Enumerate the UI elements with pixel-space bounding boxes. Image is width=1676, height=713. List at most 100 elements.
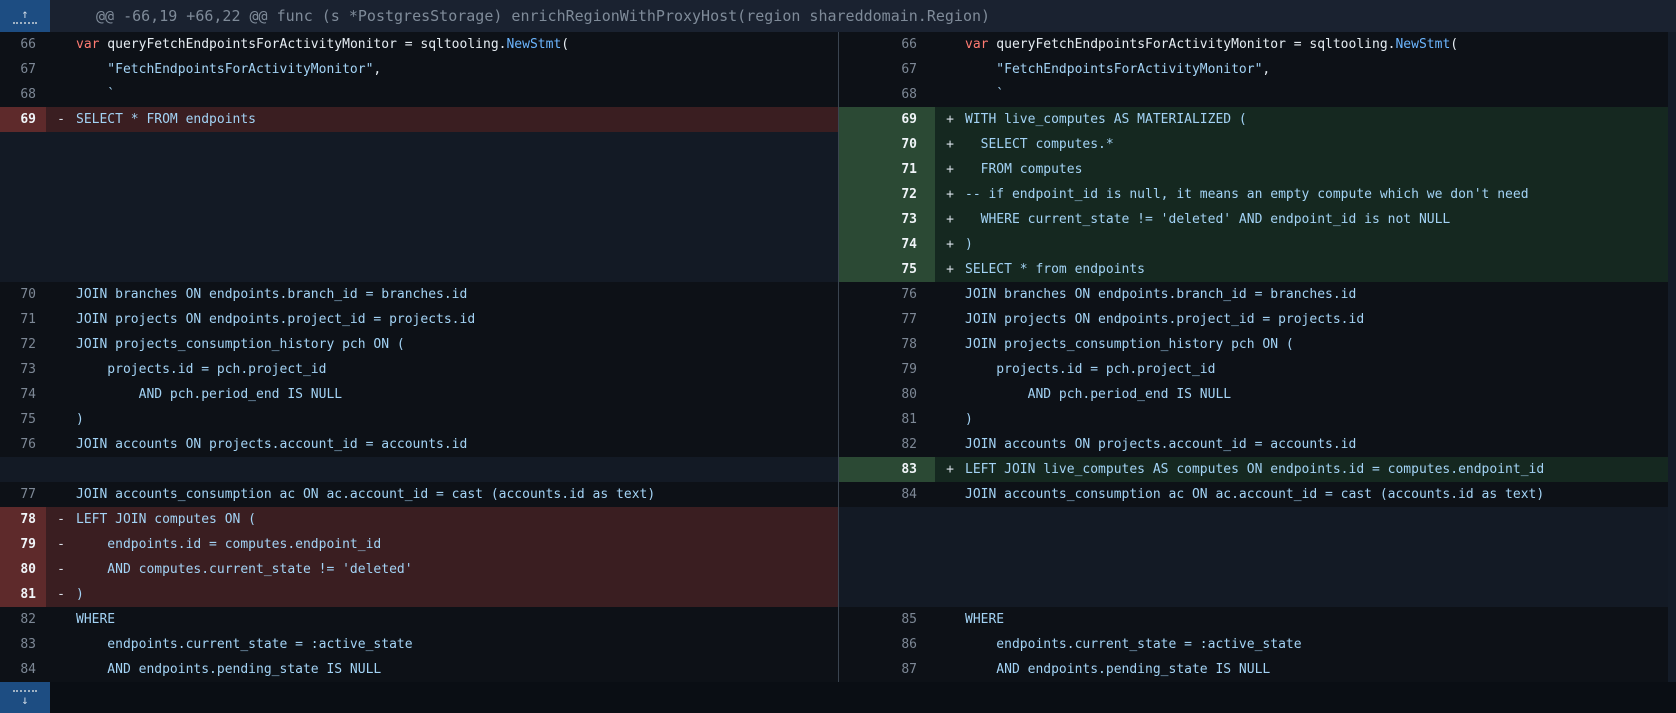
code-line: LEFT JOIN computes ON (	[76, 507, 838, 532]
diff-spacer-row	[0, 207, 838, 232]
code-token: `	[76, 87, 115, 102]
line-number[interactable]: 69	[839, 107, 935, 132]
line-number[interactable]: 81	[0, 582, 46, 607]
diff-row-new-80: 80 AND pch.period_end IS NULL	[839, 382, 1676, 407]
line-number[interactable]: 67	[839, 57, 935, 82]
diff-marker	[46, 82, 76, 107]
line-number[interactable]: 74	[839, 232, 935, 257]
diff-viewer: ↑ @@ -66,19 +66,22 @@ func (s *PostgresS…	[0, 0, 1676, 713]
code-token: )	[965, 412, 973, 427]
code-line: )	[965, 232, 1676, 257]
diff-spacer-row	[839, 507, 1676, 532]
line-number[interactable]: 68	[0, 82, 46, 107]
line-number[interactable]: 77	[839, 307, 935, 332]
line-number[interactable]: 66	[839, 32, 935, 57]
code-token: ,	[1262, 62, 1270, 77]
code-line: )	[76, 407, 838, 432]
line-number[interactable]: 83	[0, 632, 46, 657]
dotted-line-icon	[13, 22, 37, 24]
line-number[interactable]: 66	[0, 32, 46, 57]
code-line: SELECT * FROM endpoints	[76, 107, 838, 132]
line-number[interactable]: 78	[0, 507, 46, 532]
diff-marker: +	[935, 457, 965, 482]
line-number[interactable]: 76	[0, 432, 46, 457]
line-number[interactable]: 84	[0, 657, 46, 682]
code-line: JOIN branches ON endpoints.branch_id = b…	[965, 282, 1676, 307]
diff-marker	[935, 82, 965, 107]
line-number[interactable]: 76	[839, 282, 935, 307]
diff-marker	[46, 32, 76, 57]
code-token: -- if endpoint_id is null, it means an e…	[965, 187, 1529, 202]
expand-down-button[interactable]: ↓	[0, 682, 50, 713]
code-token: JOIN projects_consumption_history pch ON…	[965, 337, 1294, 352]
code-line: `	[965, 82, 1676, 107]
line-number[interactable]: 83	[839, 457, 935, 482]
line-number[interactable]: 87	[839, 657, 935, 682]
code-line: FROM computes	[965, 157, 1676, 182]
diff-row-new-87: 87 AND endpoints.pending_state IS NULL	[839, 657, 1676, 682]
line-number[interactable]: 82	[839, 432, 935, 457]
code-token: SELECT * from endpoints	[965, 262, 1145, 277]
line-number[interactable]: 79	[839, 357, 935, 382]
code-line: SELECT computes.*	[965, 132, 1676, 157]
diff-row-old-84: 84 AND endpoints.pending_state IS NULL	[0, 657, 838, 682]
line-number[interactable]: 68	[839, 82, 935, 107]
diff-row-old-72: 72JOIN projects_consumption_history pch …	[0, 332, 838, 357]
line-number[interactable]: 70	[0, 282, 46, 307]
diff-row-old-76: 76JOIN accounts ON projects.account_id =…	[0, 432, 838, 457]
diff-marker	[935, 407, 965, 432]
line-number[interactable]: 73	[839, 207, 935, 232]
line-number[interactable]: 82	[0, 607, 46, 632]
line-number[interactable]: 69	[0, 107, 46, 132]
line-number[interactable]: 74	[0, 382, 46, 407]
code-line: LEFT JOIN live_computes AS computes ON e…	[965, 457, 1676, 482]
line-number[interactable]: 80	[0, 557, 46, 582]
line-number[interactable]: 73	[0, 357, 46, 382]
line-number[interactable]: 80	[839, 382, 935, 407]
line-number[interactable]: 86	[839, 632, 935, 657]
diff-marker	[46, 632, 76, 657]
code-line: projects.id = pch.project_id	[965, 357, 1676, 382]
diff-spacer-row	[839, 557, 1676, 582]
line-number[interactable]: 75	[0, 407, 46, 432]
diff-marker	[46, 307, 76, 332]
code-token: (	[561, 37, 569, 52]
code-line: JOIN accounts_consumption ac ON ac.accou…	[965, 482, 1676, 507]
line-number[interactable]: 71	[0, 307, 46, 332]
diff-marker: -	[46, 107, 76, 132]
diff-row-new-67: 67 "FetchEndpointsForActivityMonitor",	[839, 57, 1676, 82]
line-number[interactable]: 72	[839, 182, 935, 207]
diff-marker	[935, 482, 965, 507]
line-number[interactable]: 67	[0, 57, 46, 82]
line-number[interactable]: 78	[839, 332, 935, 357]
code-line: WHERE current_state != 'deleted' AND end…	[965, 207, 1676, 232]
scrollbar-track[interactable]	[1668, 32, 1676, 682]
dotted-line-icon	[13, 690, 37, 692]
expand-up-button[interactable]: ↑	[0, 0, 50, 32]
line-number[interactable]: 85	[839, 607, 935, 632]
code-token: )	[76, 587, 84, 602]
diff-marker	[935, 307, 965, 332]
diff-row-old-77: 77JOIN accounts_consumption ac ON ac.acc…	[0, 482, 838, 507]
code-line: WHERE	[965, 607, 1676, 632]
diff-row-old-75: 75)	[0, 407, 838, 432]
code-token: LEFT JOIN live_computes AS computes ON e…	[965, 462, 1544, 477]
line-number[interactable]: 79	[0, 532, 46, 557]
line-number[interactable]: 81	[839, 407, 935, 432]
code-token: WHERE	[965, 612, 1004, 627]
diff-marker	[46, 57, 76, 82]
diff-marker	[935, 357, 965, 382]
diff-marker	[935, 332, 965, 357]
line-number[interactable]: 70	[839, 132, 935, 157]
code-line: AND pch.period_end IS NULL	[76, 382, 838, 407]
line-number[interactable]: 75	[839, 257, 935, 282]
code-token: AND computes.current_state != 'deleted'	[76, 562, 413, 577]
line-number[interactable]: 77	[0, 482, 46, 507]
line-number[interactable]: 71	[839, 157, 935, 182]
code-token: JOIN projects ON endpoints.project_id = …	[76, 312, 475, 327]
line-number[interactable]: 84	[839, 482, 935, 507]
code-token: endpoints.current_state = :active_state	[965, 637, 1302, 652]
diff-row-old-70: 70JOIN branches ON endpoints.branch_id =…	[0, 282, 838, 307]
line-number[interactable]: 72	[0, 332, 46, 357]
diff-marker: -	[46, 557, 76, 582]
